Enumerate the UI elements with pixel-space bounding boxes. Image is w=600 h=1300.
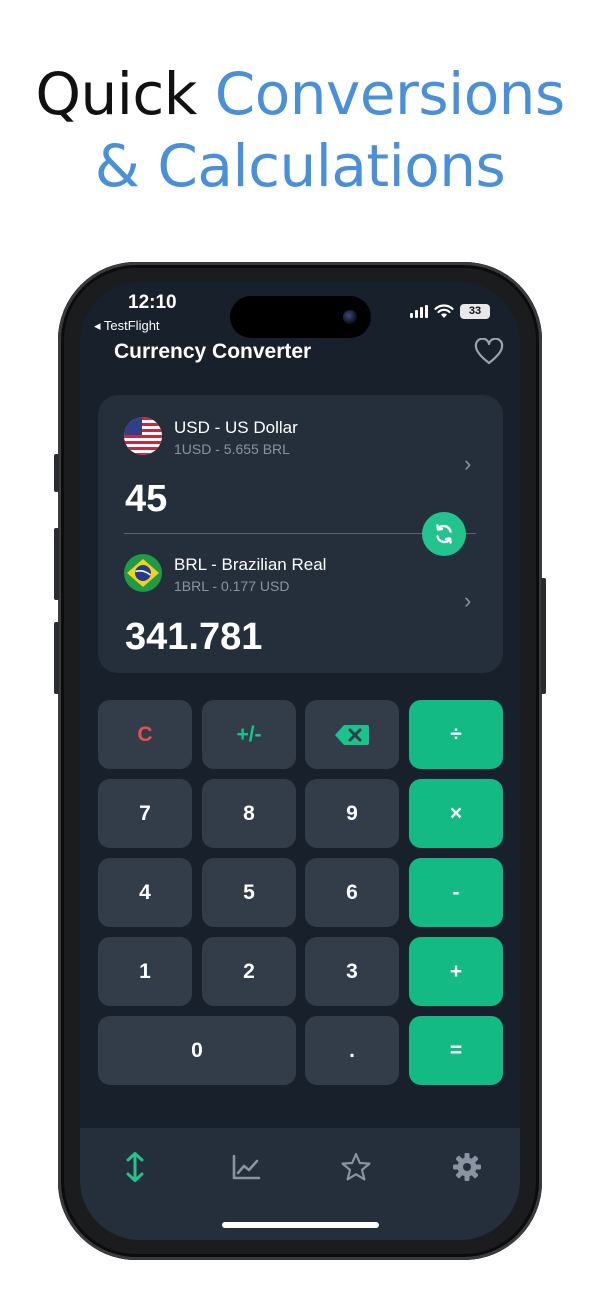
status-icons: 33 — [410, 304, 490, 319]
from-currency-chevron-right-icon[interactable]: › — [464, 451, 471, 477]
digit-0-button[interactable]: 0 — [98, 1016, 296, 1085]
tab-settings[interactable] — [450, 1150, 484, 1184]
wifi-icon — [434, 304, 454, 318]
subtract-button[interactable]: - — [409, 858, 503, 927]
us-flag-icon — [124, 417, 162, 455]
dynamic-island — [230, 296, 371, 338]
swap-icon — [436, 524, 452, 544]
headline: Quick Conversions & Calculations — [0, 58, 600, 202]
decimal-button[interactable]: . — [305, 1016, 399, 1085]
gear-icon — [453, 1153, 481, 1181]
backspace-button[interactable] — [305, 700, 399, 769]
power-button — [541, 578, 546, 694]
add-button[interactable]: + — [409, 937, 503, 1006]
home-indicator[interactable] — [222, 1222, 379, 1228]
app-screen: 12:10 ◂ TestFlight 33 Currency Converter — [80, 282, 520, 1240]
tab-favorites[interactable] — [339, 1150, 373, 1184]
digit-7-button[interactable]: 7 — [98, 779, 192, 848]
tab-bar — [80, 1128, 520, 1240]
converter-card: USD - US Dollar 1USD - 5.655 BRL › 45 BR… — [98, 395, 503, 673]
digit-4-button[interactable]: 4 — [98, 858, 192, 927]
star-icon — [341, 1152, 371, 1181]
multiply-button[interactable]: × — [409, 779, 503, 848]
backspace-icon — [335, 724, 369, 745]
favorite-button[interactable] — [474, 337, 504, 366]
swap-button[interactable] — [422, 512, 466, 556]
volume-down-button — [54, 622, 59, 694]
clear-button[interactable]: C — [98, 700, 192, 769]
battery-icon: 33 — [460, 304, 490, 319]
headline-line-1: Quick Conversions — [0, 58, 600, 130]
digit-5-button[interactable]: 5 — [202, 858, 296, 927]
swap-vertical-icon — [126, 1152, 144, 1182]
digit-3-button[interactable]: 3 — [305, 937, 399, 1006]
headline-accent: Conversions — [214, 60, 565, 128]
action-button — [54, 454, 59, 492]
back-to-testflight-link[interactable]: ◂ TestFlight — [94, 318, 160, 334]
to-amount: 341.781 — [125, 616, 263, 658]
to-currency-rate: 1BRL - 0.177 USD — [174, 578, 290, 594]
tab-convert[interactable] — [118, 1150, 152, 1184]
from-amount[interactable]: 45 — [125, 478, 167, 521]
digit-1-button[interactable]: 1 — [98, 937, 192, 1006]
digit-2-button[interactable]: 2 — [202, 937, 296, 1006]
page-title: Currency Converter — [114, 340, 312, 363]
chart-icon — [232, 1154, 261, 1180]
heart-icon — [474, 337, 504, 365]
from-currency-rate: 1USD - 5.655 BRL — [174, 441, 290, 457]
camera-icon — [343, 310, 357, 324]
to-currency-name[interactable]: BRL - Brazilian Real — [174, 555, 326, 575]
divide-button[interactable]: ÷ — [409, 700, 503, 769]
status-time: 12:10 — [128, 292, 177, 313]
cellular-signal-icon — [410, 305, 428, 318]
digit-9-button[interactable]: 9 — [305, 779, 399, 848]
brazil-flag-icon — [124, 554, 162, 592]
headline-plain: Quick — [35, 60, 197, 128]
equals-button[interactable]: = — [409, 1016, 503, 1085]
digit-6-button[interactable]: 6 — [305, 858, 399, 927]
volume-up-button — [54, 528, 59, 600]
headline-line-2: & Calculations — [94, 132, 506, 200]
to-currency-chevron-right-icon[interactable]: › — [464, 588, 471, 614]
from-currency-name[interactable]: USD - US Dollar — [174, 418, 298, 438]
tab-chart[interactable] — [229, 1150, 263, 1184]
sign-toggle-button[interactable]: +/- — [202, 700, 296, 769]
digit-8-button[interactable]: 8 — [202, 779, 296, 848]
